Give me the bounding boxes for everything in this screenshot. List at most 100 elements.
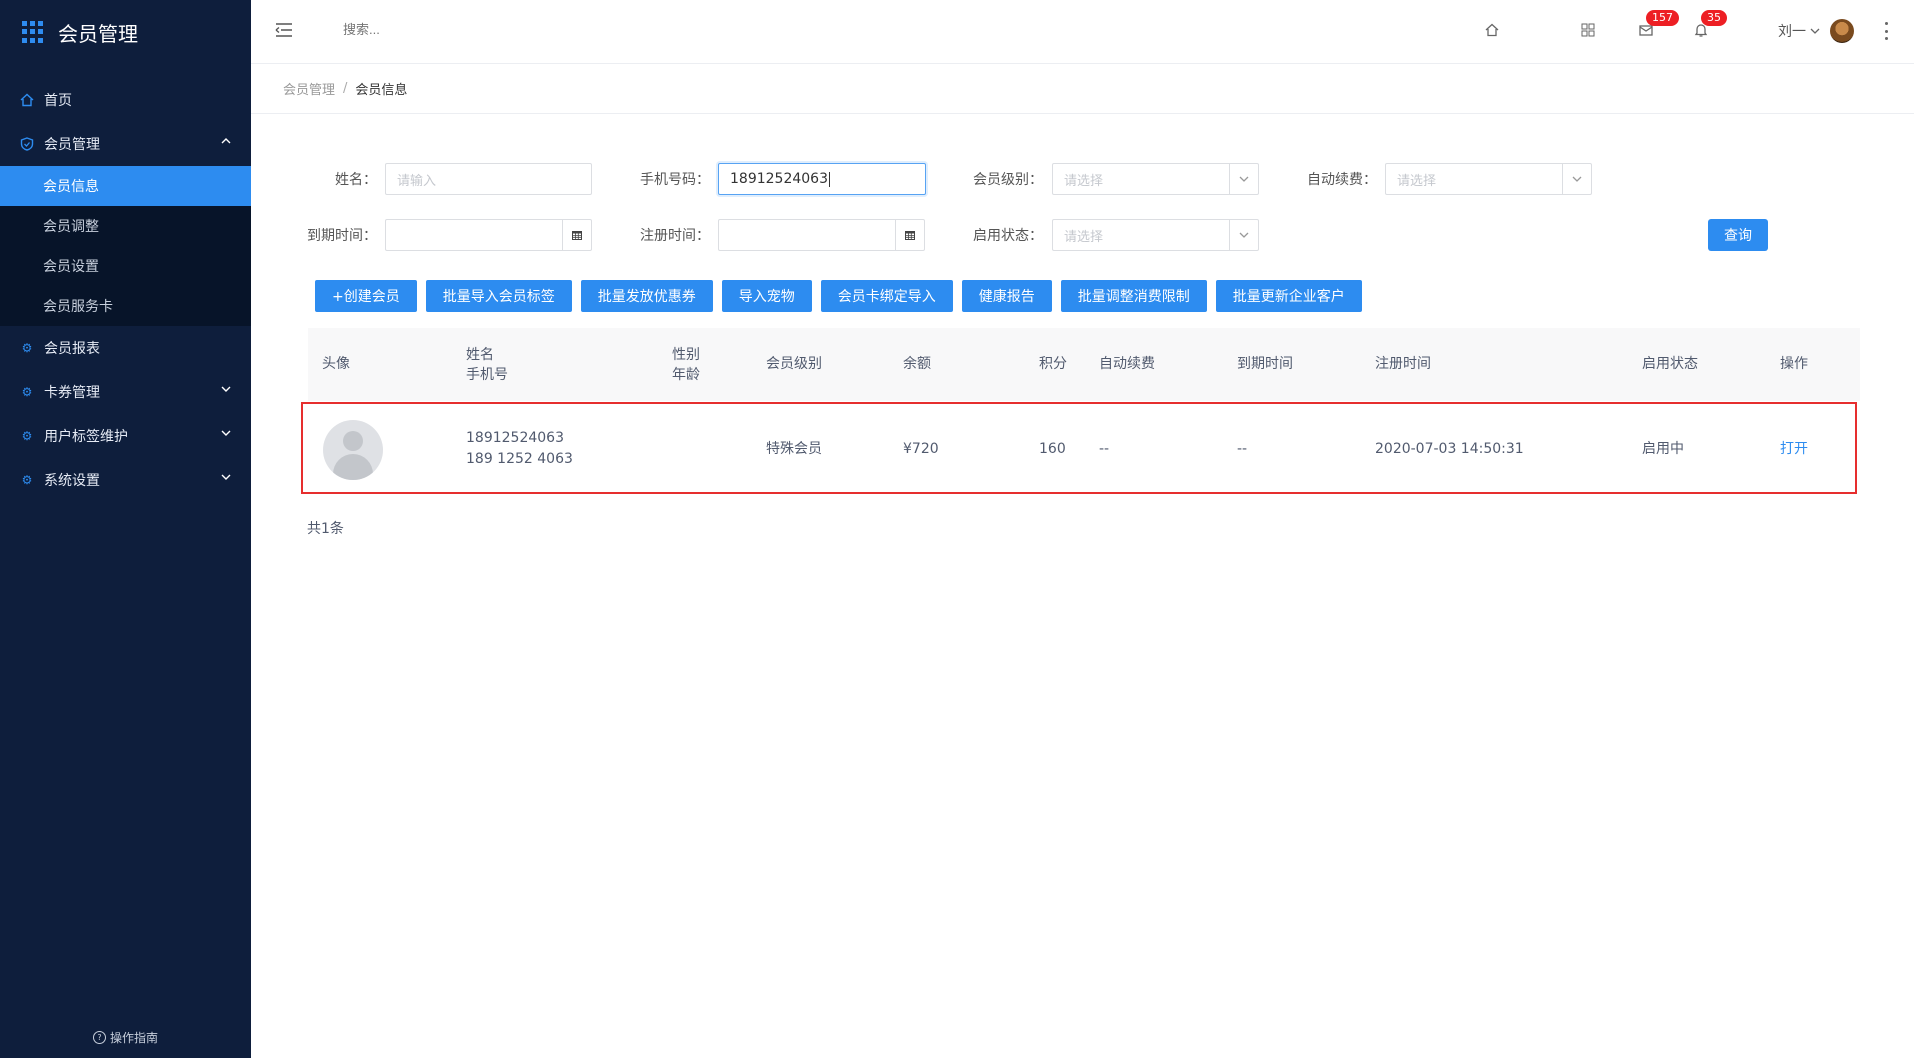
gear-icon: ⚙ — [21, 429, 33, 443]
table-row[interactable]: 18912524063 189 1252 4063 特殊会员 ¥720 160 … — [301, 402, 1857, 494]
app-logo[interactable]: 会员管理 — [0, 0, 251, 64]
update-enterprise-customers-button[interactable]: 批量更新企业客户 — [1215, 280, 1362, 312]
level-select-placeholder: 请选择 — [1064, 173, 1104, 189]
name-input[interactable]: 请输入 — [385, 163, 592, 195]
sidebar-item-member-info[interactable]: 会员信息 — [0, 166, 251, 206]
adjust-consumption-limit-button[interactable]: 批量调整消费限制 — [1060, 280, 1207, 312]
chevron-up-icon — [221, 138, 231, 144]
sidebar-item-member-settings[interactable]: 会员设置 — [0, 246, 251, 286]
sidebar-item-user-tags[interactable]: ⚙ 用户标签维护 — [0, 414, 251, 458]
table-header: 头像 姓名 手机号 性别 年龄 会员级别 余额 积分 自动续费 到期时间 注册时… — [308, 328, 1860, 401]
mail-icon[interactable]: 157 — [1636, 10, 1679, 40]
cell-balance: ¥720 — [903, 441, 939, 457]
cell-auto-renew: -- — [1099, 441, 1110, 457]
member-table: 头像 姓名 手机号 性别 年龄 会员级别 余额 积分 自动续费 到期时间 注册时… — [301, 328, 1860, 494]
apps-icon[interactable] — [1578, 20, 1598, 40]
action-toolbar: +创建会员 批量导入会员标签 批量发放优惠券 导入宠物 会员卡绑定导入 健康报告… — [315, 280, 1362, 312]
th-status: 启用状态 — [1642, 356, 1698, 372]
top-header: 157 35 刘一 — [251, 0, 1914, 64]
status-select-placeholder: 请选择 — [1064, 229, 1104, 245]
gear-icon: ⚙ — [21, 385, 33, 399]
user-name: 刘一 — [1778, 24, 1806, 40]
th-points: 积分 — [1039, 356, 1067, 372]
sidebar-item-member-report[interactable]: ⚙ 会员报表 — [0, 326, 251, 370]
gear-icon: ⚙ — [21, 341, 33, 355]
sidebar-item-coupon-management[interactable]: ⚙ 卡券管理 — [0, 370, 251, 414]
expire-date-input[interactable] — [385, 219, 592, 251]
cell-status: 启用中 — [1642, 441, 1684, 457]
status-label: 启用状态： — [973, 228, 1043, 244]
bell-icon[interactable]: 35 — [1691, 10, 1727, 40]
member-avatar — [323, 420, 383, 480]
cell-expire: -- — [1237, 441, 1248, 457]
th-auto-renew: 自动续费 — [1099, 356, 1155, 372]
phone-input[interactable]: 18912524063 — [718, 163, 926, 195]
breadcrumb-separator: / — [343, 81, 348, 96]
cell-phone: 189 1252 4063 — [466, 451, 573, 467]
help-label: 操作指南 — [109, 1031, 158, 1045]
app-title: 会员管理 — [58, 21, 138, 46]
health-report-button[interactable]: 健康报告 — [961, 280, 1052, 312]
home-icon — [20, 93, 34, 107]
apps-grid-icon — [22, 21, 44, 43]
th-balance: 余额 — [903, 356, 931, 372]
import-pets-button[interactable]: 导入宠物 — [721, 280, 812, 312]
calendar-icon[interactable] — [895, 220, 924, 250]
th-expire: 到期时间 — [1237, 356, 1293, 372]
help-icon: ? — [92, 1031, 106, 1044]
th-op: 操作 — [1780, 356, 1808, 372]
create-member-button[interactable]: +创建会员 — [315, 280, 417, 312]
sidebar-item-member-service-card[interactable]: 会员服务卡 — [0, 286, 251, 326]
cell-level: 特殊会员 — [766, 441, 822, 457]
phone-input-value: 18912524063 — [730, 171, 828, 187]
issue-coupons-button[interactable]: 批量发放优惠券 — [580, 280, 713, 312]
cell-points: 160 — [1039, 441, 1066, 457]
chevron-down-icon — [221, 386, 231, 392]
query-button[interactable]: 查询 — [1708, 219, 1768, 251]
open-link[interactable]: 打开 — [1780, 439, 1808, 459]
card-binding-import-button[interactable]: 会员卡绑定导入 — [820, 280, 953, 312]
breadcrumb-parent[interactable]: 会员管理 — [283, 79, 335, 98]
sidebar-item-label: 会员报表 — [44, 341, 100, 357]
auto-renew-label: 自动续费： — [1307, 172, 1377, 188]
member-submenu: 会员信息 会员调整 会员设置 会员服务卡 — [0, 166, 251, 326]
sidebar-item-label: 卡券管理 — [44, 385, 100, 401]
auto-renew-placeholder: 请选择 — [1397, 173, 1437, 189]
sidebar-item-system-settings[interactable]: ⚙ 系统设置 — [0, 458, 251, 502]
th-register: 注册时间 — [1375, 356, 1431, 372]
sidebar: 会员管理 首页 会员管理 会员信息 会员调整 会员设置 会员服务卡 ⚙ 会员报表… — [0, 0, 251, 1058]
import-member-tags-button[interactable]: 批量导入会员标签 — [425, 280, 572, 312]
phone-label: 手机号码： — [640, 172, 710, 188]
chevron-down-icon — [1229, 220, 1258, 250]
menu-toggle-icon[interactable] — [275, 22, 293, 38]
th-level: 会员级别 — [766, 356, 822, 372]
sidebar-item-member-management[interactable]: 会员管理 — [0, 122, 251, 166]
mail-badge: 157 — [1646, 10, 1679, 26]
search-input[interactable] — [343, 22, 543, 37]
status-select[interactable]: 请选择 — [1052, 219, 1259, 251]
help-guide-link[interactable]: ? 操作指南 — [0, 1029, 251, 1046]
calendar-icon[interactable] — [562, 220, 591, 250]
th-name: 姓名 — [466, 347, 494, 363]
chevron-down-icon — [221, 474, 231, 480]
more-vertical-icon[interactable] — [1884, 22, 1888, 40]
home-icon[interactable] — [1482, 20, 1502, 40]
auto-renew-select[interactable]: 请选择 — [1385, 163, 1592, 195]
name-label: 姓名： — [335, 172, 377, 188]
th-gender: 性别 — [672, 347, 700, 363]
sidebar-item-member-adjust[interactable]: 会员调整 — [0, 206, 251, 246]
chevron-down-icon — [1229, 164, 1258, 194]
bell-badge: 35 — [1701, 10, 1727, 26]
th-avatar: 头像 — [322, 356, 350, 372]
register-date-input[interactable] — [718, 219, 925, 251]
gear-icon: ⚙ — [21, 473, 33, 487]
sidebar-item-label: 用户标签维护 — [44, 429, 128, 445]
breadcrumb: 会员管理 / 会员信息 — [251, 64, 1914, 114]
cell-register: 2020-07-03 14:50:31 — [1375, 441, 1524, 457]
th-phone: 手机号 — [466, 367, 508, 383]
user-menu[interactable]: 刘一 — [1778, 19, 1854, 43]
level-select[interactable]: 请选择 — [1052, 163, 1259, 195]
sidebar-item-home[interactable]: 首页 — [0, 78, 251, 122]
total-count: 共1条 — [307, 521, 344, 537]
sidebar-item-label: 会员管理 — [44, 137, 100, 153]
